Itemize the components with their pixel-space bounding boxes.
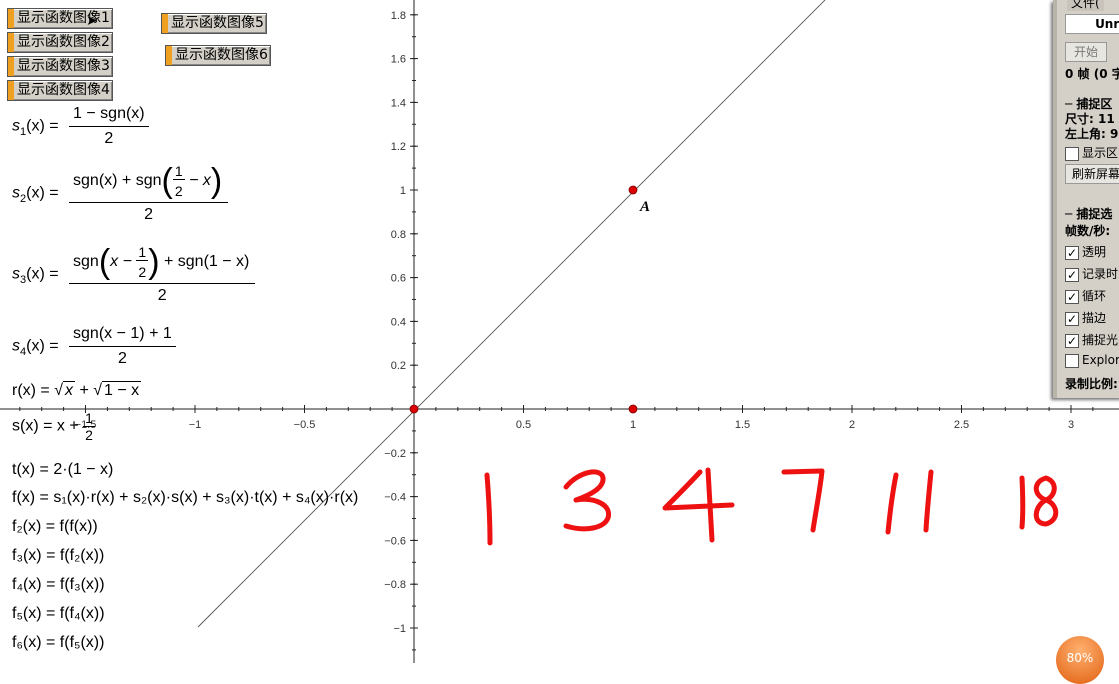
option-checkbox-2[interactable]: ✓ 记录时 [1065,265,1118,282]
panel-menu[interactable]: 文件( [1067,0,1104,11]
zoom-indicator[interactable]: 80% [1056,636,1104,684]
x-tick-label: 0.5 [516,419,531,431]
x-tick-label: 2.5 [954,419,969,431]
x-tick-label: 3 [1068,419,1074,431]
show-graph-button-2[interactable]: 显示函数图像2 [7,32,113,53]
capture-top-left: 左上角: 9 [1065,127,1119,141]
show-graph-button-3[interactable]: 显示函数图像3 [7,56,113,77]
y-tick-label: 1.8 [391,10,406,22]
handwritten-18-eight [1033,475,1059,527]
y-tick-label: −0.6 [384,535,406,547]
y-tick-label: 0.6 [391,273,406,285]
point-A-label: A [639,199,650,215]
y-tick-label: 0.8 [391,229,406,241]
formula-s[interactable]: s(x) = x + 12 [12,410,95,443]
option-checkbox-3[interactable]: ✓ 循环 [1065,287,1106,304]
handwritten-1 [484,472,493,546]
y-tick-label: −1 [393,623,406,635]
formula-f5[interactable]: f₅(x) = f(f₄(x)) [12,605,105,623]
geogebra-graphics-view[interactable]: −1.5 −1 −0.5 0.5 1 1.5 2 2.5 3 1.8 1.6 1.4 1.2 1 0.8 0.… [0,0,1119,684]
fps-label: 帧数/秒: [1065,224,1111,238]
x-tick-label: −0.5 [294,419,316,431]
function-graph-line[interactable] [197,0,828,628]
formula-f2[interactable]: f₂(x) = f(f(x)) [12,518,98,536]
handwritten-11b [923,469,934,533]
y-tick-label: 1.2 [391,141,406,153]
formula-f[interactable]: f(x) = s₁(x)·r(x) + s₂(x)·s(x) + s₃(x)·t… [12,489,358,507]
formula-r[interactable]: r(x) = √ x + √ 1 − x [12,381,142,400]
formula-s3[interactable]: s3(x) = sgn(x − 1 2) + sgn(1 − x) 2 [12,244,256,305]
formula-s1[interactable]: s1(x) = 1 − sgn(x) 2 [12,105,149,148]
option-checkbox-4[interactable]: ✓ 描边 [1065,309,1106,326]
formula-f3[interactable]: f₃(x) = f(f₂(x)) [12,547,104,565]
point-origin[interactable] [409,404,419,414]
panel-dropdown[interactable]: Unreg [1065,14,1119,34]
formula-f6[interactable]: f₆(x) = f(f₅(x)) [12,634,104,652]
y-tick-label: −0.4 [384,492,406,504]
formula-t[interactable]: t(x) = 2·(1 − x) [12,461,113,479]
show-area-checkbox[interactable]: 显示区 [1065,144,1118,161]
point-x1[interactable] [628,404,638,414]
formula-s4[interactable]: s4(x) = sgn(x − 1) + 12 [12,325,176,368]
frame-count: 0 帧 (0 字 [1065,67,1119,81]
record-scale-label: 录制比例: [1065,377,1118,391]
handwritten-11a [885,472,899,535]
show-graph-button-6[interactable]: 显示函数图像6 [165,45,271,66]
y-tick-label: −0.8 [384,579,406,591]
capture-options-title: ─ 捕捉选 [1065,207,1113,221]
option-checkbox-6[interactable]: Explor [1065,353,1119,368]
gif-capture-panel[interactable]: 文件( Unreg 开始 0 帧 (0 字 ─ 捕捉区 尺寸: 11 左上角: … [1053,0,1119,398]
handwritten-numbers [484,467,1059,546]
mouse-cursor-icon: ➤ [86,12,98,28]
option-checkbox-5[interactable]: ✓ 捕捉光 [1065,331,1118,348]
y-tick-label: 0.2 [391,360,406,372]
handwritten-18-one [1019,475,1026,530]
y-tick-label: 1 [400,185,406,197]
formula-f4[interactable]: f₄(x) = f(f₃(x)) [12,576,105,594]
point-A[interactable] [628,185,638,195]
refresh-screen-button[interactable]: 刷新屏幕 [1065,164,1119,184]
x-tick-label: 2 [849,419,855,431]
option-checkbox-1[interactable]: ✓ 透明 [1065,243,1106,260]
y-tick-label: 1.6 [391,54,406,66]
x-tick-label: 1.5 [735,419,750,431]
y-tick-label: 1.4 [391,97,406,109]
handwritten-3 [563,469,612,532]
x-tick-label: −1 [189,419,202,431]
formula-s2[interactable]: s2(x) = sgn(x) + sgn(1 2 − x) 2 [12,163,229,224]
show-graph-button-4[interactable]: 显示函数图像4 [7,80,113,101]
y-tick-label: 0.4 [391,316,406,328]
y-tick-label: −0.2 [384,448,406,460]
start-button[interactable]: 开始 [1065,42,1107,62]
x-tick-label: 1 [630,419,636,431]
handwritten-7 [781,468,825,533]
handwritten-4 [662,467,735,543]
show-graph-button-5[interactable]: 显示函数图像5 [161,13,267,34]
